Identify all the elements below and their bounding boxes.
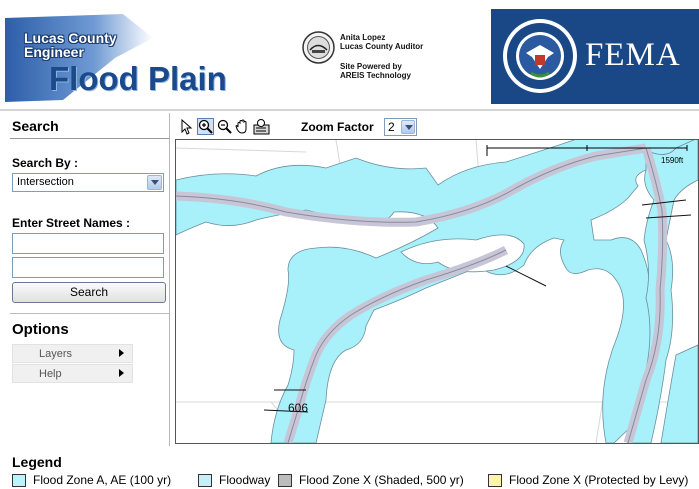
search-by-value: Intersection (17, 176, 74, 188)
search-by-select[interactable]: Intersection (12, 173, 164, 192)
zoom-factor-value: 2 (388, 120, 395, 134)
auditor-credit: Anita Lopez Lucas County Auditor Site Po… (302, 31, 442, 91)
logo-line-flood-plain: Flood Plain (49, 60, 227, 97)
zoom-in-tool-button[interactable] (197, 118, 214, 135)
legend-swatch (278, 474, 292, 487)
pointer-tool-button[interactable] (178, 118, 195, 135)
dhs-seal-icon (503, 19, 577, 93)
powered-by-line1: Site Powered by (340, 62, 402, 71)
chevron-down-icon (151, 180, 159, 185)
street-names-label: Enter Street Names : (12, 216, 131, 230)
street-name-1-input[interactable] (12, 233, 164, 254)
sidebar: Search Search By : Intersection Enter St… (0, 113, 170, 446)
search-by-label: Search By : (12, 156, 79, 170)
auditor-name: Anita Lopez (340, 33, 386, 42)
map-toolbar: Zoom Factor 2 (176, 113, 699, 139)
search-by-dropdown-button[interactable] (147, 175, 162, 190)
header: Lucas County Engineer Flood Plain Anita … (0, 0, 699, 111)
map-viewport[interactable]: 1590ft 606 (175, 139, 699, 444)
legend-label: Floodway (219, 473, 271, 487)
legend-label: Flood Zone X (Shaded, 500 yr) (299, 473, 464, 487)
street-name-2-input[interactable] (12, 257, 164, 278)
flood-plain-app: Lucas County Engineer Flood Plain Anita … (0, 0, 699, 489)
zoom-out-tool-button[interactable] (216, 118, 233, 135)
identify-tool-button[interactable] (253, 118, 270, 135)
legend-swatch (12, 474, 26, 487)
fema-wordmark: FEMA (585, 37, 681, 73)
lucas-county-flood-plain-logo[interactable]: Lucas County Engineer Flood Plain (3, 10, 268, 105)
logo-line-engineer: Engineer (24, 44, 84, 60)
pointer-icon (181, 118, 193, 135)
chevron-down-icon (405, 125, 413, 130)
powered-by-line2: AREIS Technology (340, 71, 411, 80)
legend: Legend Flood Zone A, AE (100 yr) Floodwa… (0, 448, 699, 489)
auditor-title: Lucas County Auditor (340, 42, 424, 51)
zoom-factor-dropdown-button[interactable] (401, 120, 415, 134)
options-section-title: Options (12, 321, 69, 338)
legend-swatch (488, 474, 502, 487)
identify-icon (253, 119, 270, 135)
zoom-factor-label: Zoom Factor (301, 120, 374, 134)
flood-map-image (176, 140, 698, 443)
county-seal-icon (302, 31, 335, 64)
options-menu-label: Layers (39, 348, 73, 360)
legend-title: Legend (12, 454, 62, 470)
options-menu-item-layers[interactable]: Layers (12, 344, 133, 363)
map-road-label: 606 (288, 401, 309, 415)
map-scale-label: 1590ft (661, 156, 684, 165)
search-section-title: Search (12, 118, 59, 134)
options-divider (10, 313, 170, 314)
zoom-in-icon (198, 119, 213, 134)
legend-label: Flood Zone A, AE (100 yr) (33, 473, 172, 487)
legend-label: Flood Zone X (Protected by Levy) (509, 473, 689, 487)
zoom-out-icon (217, 119, 232, 134)
legend-swatch (198, 474, 212, 487)
fema-banner[interactable]: FEMA (491, 9, 699, 104)
options-menu-label: Help (39, 368, 62, 380)
search-divider (10, 138, 170, 139)
caret-right-icon (119, 349, 124, 357)
caret-right-icon (119, 369, 124, 377)
pan-hand-icon (235, 119, 247, 134)
options-menu-item-help[interactable]: Help (12, 364, 133, 383)
pan-tool-button[interactable] (234, 118, 251, 135)
search-button[interactable]: Search (12, 282, 166, 303)
zoom-factor-select[interactable]: 2 (384, 118, 417, 136)
